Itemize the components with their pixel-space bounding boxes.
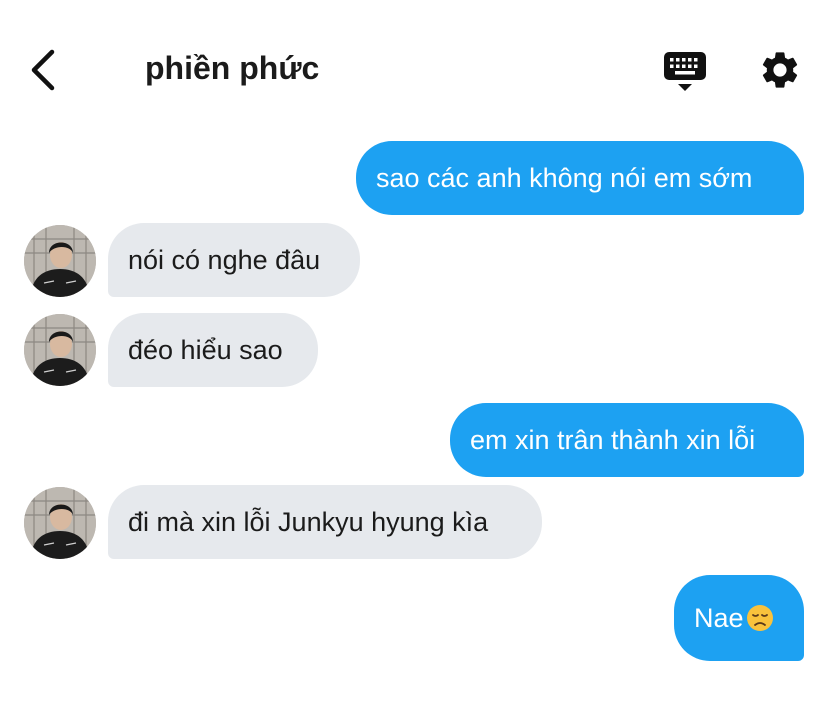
message-text: nói có nghe đâu [128, 244, 321, 275]
settings-button[interactable] [758, 48, 802, 92]
message-text: Nae [694, 602, 744, 633]
gear-icon [762, 52, 798, 88]
disappointed-face-emoji [746, 605, 773, 631]
avatar-photo [24, 487, 96, 559]
message-text: sao các anh không nói em sớm [376, 162, 753, 193]
avatar[interactable] [24, 487, 96, 559]
outgoing-message[interactable]: sao các anh không nói em sớm [356, 141, 804, 215]
keyboard-button[interactable] [662, 50, 708, 94]
avatar[interactable] [24, 314, 96, 386]
avatar-photo [24, 225, 96, 297]
back-button[interactable] [24, 48, 64, 92]
incoming-message[interactable]: đi mà xin lỗi Junkyu hyung kìa [108, 485, 542, 559]
outgoing-message[interactable]: em xin trân thành xin lỗi [450, 403, 804, 477]
message-text: em xin trân thành xin lỗi [470, 424, 756, 455]
avatar[interactable] [24, 225, 96, 297]
incoming-message[interactable]: đéo hiểu sao [108, 313, 318, 387]
chevron-left-icon [31, 49, 55, 91]
chat-title: phiền phức [145, 50, 320, 86]
outgoing-message[interactable]: Nae [674, 575, 804, 661]
message-text: đi mà xin lỗi Junkyu hyung kìa [128, 506, 489, 537]
message-text: đéo hiểu sao [128, 334, 283, 365]
avatar-photo [24, 314, 96, 386]
incoming-message[interactable]: nói có nghe đâu [108, 223, 360, 297]
keyboard-icon [664, 52, 706, 91]
chat-header: phiền phức [0, 0, 828, 130]
